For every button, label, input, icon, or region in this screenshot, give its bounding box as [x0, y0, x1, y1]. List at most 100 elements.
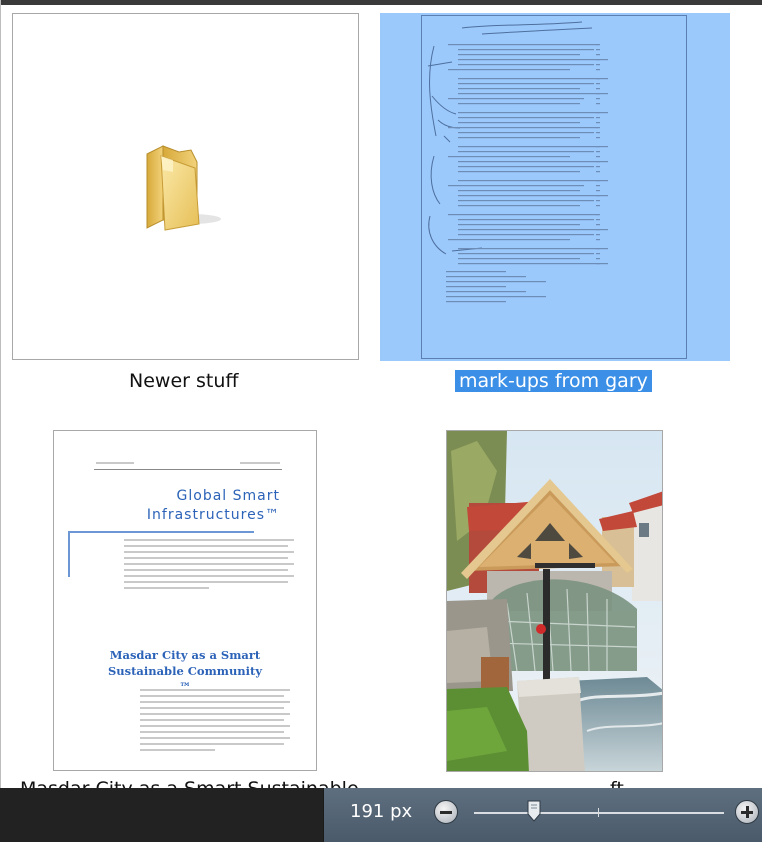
- doc-text-line: [124, 551, 294, 553]
- scan-page-number: [596, 239, 600, 241]
- scan-text-line: [458, 205, 580, 207]
- scan-page-number: [596, 200, 600, 202]
- doc-text-line: [140, 689, 290, 691]
- doc-text-line: [140, 743, 284, 745]
- scan-text-line: [458, 263, 608, 265]
- scan-page-number: [596, 253, 600, 255]
- doc-text-line: [140, 707, 284, 709]
- doc-text-line: [140, 719, 284, 721]
- scan-text-line: [458, 171, 580, 173]
- scan-text-line: [448, 69, 570, 71]
- scan-text-line: [458, 161, 608, 163]
- thumbnail-markups-from-gary[interactable]: [421, 15, 687, 359]
- scan-page-number: [596, 195, 600, 197]
- scan-text-line: [446, 276, 526, 278]
- doc-text-line: [124, 539, 294, 541]
- scan-text-line: [448, 185, 584, 187]
- scan-text-line: [458, 83, 594, 85]
- scan-text-line: [458, 88, 580, 90]
- doc-text-line: [124, 587, 209, 589]
- doc-title: Global Smart Infrastructures™: [146, 488, 280, 523]
- scan-text-line: [458, 219, 594, 221]
- photo-water-mill: [447, 431, 662, 771]
- scan-page-number: [596, 214, 600, 216]
- scan-text-line: [446, 301, 506, 303]
- scan-text-line: [458, 151, 594, 153]
- scan-text-line: [448, 214, 598, 216]
- scan-page-number: [596, 234, 600, 236]
- zoom-slider-track[interactable]: [474, 812, 724, 814]
- scan-text-line: [458, 190, 580, 192]
- doc-text-line: [124, 581, 288, 583]
- scan-page-number: [596, 180, 600, 182]
- doc-text-line: [124, 563, 294, 565]
- doc-text-line: [140, 737, 290, 739]
- scan-page-number: [596, 49, 600, 51]
- scan-text-line: [448, 156, 570, 158]
- scan-text-line: [446, 271, 506, 273]
- scan-page-number: [596, 190, 600, 192]
- scan-page-number: [596, 224, 600, 226]
- handwritten-markup-scan: [427, 21, 608, 303]
- scan-text-line: [458, 146, 608, 148]
- scan-text-line: [458, 122, 580, 124]
- scan-text-line: [458, 180, 608, 182]
- scan-text-line: [448, 127, 598, 129]
- scan-page-number: [596, 185, 600, 187]
- scan-text-line: [458, 200, 594, 202]
- zoom-out-icon[interactable]: [434, 800, 458, 824]
- zoom-slider-tick: [598, 808, 599, 817]
- thumbnail-masdar-document[interactable]: Global Smart Infrastructures™ Masdar Cit…: [53, 430, 317, 771]
- scan-text-line: [458, 137, 580, 139]
- scan-text-line: [458, 117, 594, 119]
- scan-page-number: [596, 171, 600, 173]
- scan-text-line: [458, 195, 608, 197]
- scan-text-line: [458, 229, 608, 231]
- scan-text-line: [458, 93, 608, 95]
- scan-text-line: [448, 98, 584, 100]
- scan-text-line: [458, 234, 594, 236]
- doc-text-line: [140, 701, 290, 703]
- thumbnail-photo-water-mill[interactable]: [446, 430, 663, 772]
- scan-page-number: [596, 146, 600, 148]
- scan-page-number: [596, 59, 600, 61]
- doc-text-line: [140, 695, 284, 697]
- scan-page-number: [596, 258, 600, 260]
- slider-thumb-icon[interactable]: [527, 800, 541, 822]
- thumbnail-folder-newer-stuff[interactable]: [12, 13, 359, 360]
- scan-text-line: [458, 78, 608, 80]
- doc-text-line: [140, 725, 290, 727]
- scan-page-number: [596, 64, 600, 66]
- scan-text-line: [458, 64, 594, 66]
- scan-text-line: [458, 258, 580, 260]
- window-left-border: [0, 0, 1, 842]
- status-bar-left: [0, 788, 323, 842]
- scan-page-number: [596, 219, 600, 221]
- zoom-in-icon[interactable]: [735, 800, 759, 824]
- scan-text-line: [458, 253, 594, 255]
- doc-blue-rule: [68, 531, 254, 533]
- scan-page-number: [596, 93, 600, 95]
- scan-page-number: [596, 54, 600, 56]
- scan-page-number: [596, 132, 600, 134]
- doc-blue-bar: [68, 531, 70, 577]
- item-label[interactable]: Newer stuff: [129, 370, 238, 392]
- doc-header-text: [240, 462, 280, 464]
- scan-page-number: [596, 112, 600, 114]
- item-label-selected[interactable]: mark-ups from gary: [455, 370, 652, 392]
- scan-page-number: [596, 122, 600, 124]
- scan-page-number: [596, 161, 600, 163]
- scan-page-number: [596, 151, 600, 153]
- scan-page-number: [596, 78, 600, 80]
- doc-text-line: [124, 575, 294, 577]
- doc-subtitle: Masdar City as a Smart Sustainable Commu…: [107, 648, 263, 694]
- scan-text-line: [446, 296, 546, 298]
- scan-text-line: [446, 291, 526, 293]
- scan-text-line: [448, 239, 570, 241]
- scan-text-line: [458, 103, 580, 105]
- scan-text-line: [448, 44, 598, 46]
- scan-text-line: [446, 281, 546, 283]
- scan-page-number: [596, 263, 600, 265]
- scan-page-number: [596, 98, 600, 100]
- scan-page-number: [596, 205, 600, 207]
